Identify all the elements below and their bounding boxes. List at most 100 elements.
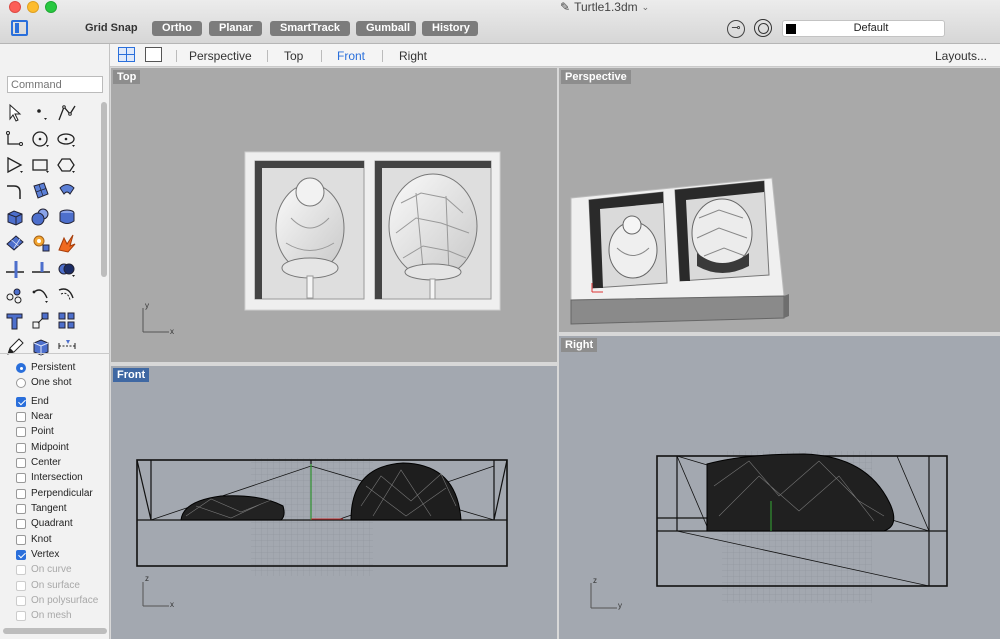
smarttrack-button[interactable]: SmartTrack [270, 21, 350, 36]
checkbox[interactable] [16, 472, 26, 483]
point-icon[interactable] [30, 102, 52, 124]
layer-name: Default [853, 22, 889, 34]
surface-patch-icon[interactable] [30, 180, 52, 202]
rectangle-icon[interactable] [30, 154, 52, 176]
mesh-plane-icon[interactable] [4, 232, 26, 254]
fillet-curve-icon[interactable] [4, 180, 26, 202]
viewport-top[interactable]: Top y x [111, 68, 557, 362]
ortho-button[interactable]: Ortho [152, 21, 202, 36]
split-icon[interactable] [30, 258, 52, 280]
document-title[interactable]: ✎ Turtle1.3dm ⌄ [560, 0, 700, 14]
zoom-window-button[interactable] [45, 1, 57, 13]
top-view-scene [142, 151, 501, 333]
command-input[interactable] [7, 76, 103, 93]
render-box-icon[interactable] [30, 336, 52, 358]
checkbox[interactable] [16, 518, 26, 529]
osnap-target-icon[interactable] [754, 19, 772, 37]
osnap-midpoint[interactable]: Midpoint [16, 440, 69, 455]
pencil-sketch-icon[interactable] [4, 336, 26, 358]
tool-palette-scrollbar[interactable] [101, 102, 107, 277]
osnap-intersection[interactable]: Intersection [16, 470, 83, 485]
osnap-vertex[interactable]: Vertex [16, 547, 59, 562]
trim-icon[interactable] [4, 258, 26, 280]
box-solid-icon[interactable] [4, 206, 26, 228]
left-panel-scrollbar[interactable] [3, 628, 107, 634]
close-window-button[interactable] [9, 1, 21, 13]
select-arrow-icon[interactable] [4, 102, 26, 124]
gear-transform-icon[interactable] [30, 232, 52, 254]
osnap-perpendicular[interactable]: Perpendicular [16, 486, 93, 501]
boolean-icon[interactable] [56, 258, 78, 280]
osnap-mode-one-shot[interactable]: One shot [16, 375, 72, 390]
checkbox[interactable] [16, 488, 26, 499]
cylinder-solid-icon[interactable] [56, 206, 78, 228]
osnap-near[interactable]: Near [16, 409, 53, 424]
radio-button[interactable] [16, 377, 26, 388]
checkbox[interactable] [16, 534, 26, 545]
ellipse-icon[interactable] [56, 128, 78, 150]
tab-perspective[interactable]: Perspective [189, 49, 252, 63]
gumball-button[interactable]: Gumball [356, 21, 416, 36]
axis-label-y: y [145, 301, 149, 310]
osnap-point[interactable]: Point [16, 424, 54, 439]
checkbox[interactable] [16, 442, 26, 453]
viewport-label-right[interactable]: Right [561, 338, 598, 352]
polyline-icon[interactable] [56, 102, 78, 124]
front-view-scene [136, 458, 508, 607]
osnap-mode-persistent[interactable]: Persistent [16, 360, 75, 375]
osnap-end[interactable]: End [16, 394, 49, 409]
osnap-on-mesh: On mesh [16, 608, 72, 623]
viewport-label-perspective[interactable]: Perspective [561, 70, 631, 84]
osnap-mode-label: Persistent [31, 362, 76, 373]
viewport-label-top[interactable]: Top [113, 70, 141, 84]
scale-icon[interactable] [30, 310, 52, 332]
radio-button[interactable] [16, 362, 26, 373]
grid-snap-toggle[interactable]: Grid Snap [85, 22, 138, 34]
viewport-label-front[interactable]: Front [113, 368, 150, 382]
checkbox[interactable] [16, 457, 26, 468]
tab-right[interactable]: Right [399, 49, 427, 63]
explode-icon[interactable] [56, 232, 78, 254]
viewport-right[interactable]: Right z y [559, 336, 1000, 639]
osnap-label: Perpendicular [31, 488, 93, 499]
curve-icon[interactable] [4, 128, 26, 150]
checkbox[interactable] [16, 396, 26, 407]
tab-top[interactable]: Top [284, 49, 303, 63]
polygon-icon[interactable] [4, 154, 26, 176]
minimize-window-button[interactable] [27, 1, 39, 13]
history-button[interactable]: History [422, 21, 478, 36]
arc-icon[interactable] [30, 284, 52, 306]
tab-front[interactable]: Front [337, 49, 365, 63]
osnap-on-curve: On curve [16, 562, 72, 577]
osnap-tangent[interactable]: Tangent [16, 501, 67, 516]
checkbox[interactable] [16, 549, 26, 560]
four-viewport-layout-icon[interactable] [118, 47, 135, 62]
circle-icon[interactable] [30, 128, 52, 150]
planar-button[interactable]: Planar [209, 21, 262, 36]
single-viewport-layout-icon[interactable] [145, 47, 162, 62]
hexagon-icon[interactable] [56, 154, 78, 176]
right-view-scene [590, 451, 948, 609]
checkbox[interactable] [16, 426, 26, 437]
revolve-surface-icon[interactable] [56, 180, 78, 202]
offset-curve-icon[interactable] [56, 284, 78, 306]
viewport-perspective[interactable]: Perspective [559, 68, 1000, 332]
osnap-label: Quadrant [31, 518, 73, 529]
viewport-front[interactable]: Front z x [111, 366, 557, 639]
sidebar-toggle-button[interactable] [11, 20, 28, 36]
sphere-solid-icon[interactable] [30, 206, 52, 228]
osnap-center[interactable]: Center [16, 455, 61, 470]
osnap-quadrant[interactable]: Quadrant [16, 516, 73, 531]
control-points-icon[interactable] [4, 284, 26, 306]
checkbox[interactable] [16, 503, 26, 514]
osnap-label: On surface [31, 580, 80, 591]
cplane-icon[interactable]: ⊸ [727, 20, 745, 38]
checkbox[interactable] [16, 411, 26, 422]
layouts-menu[interactable]: Layouts... [935, 49, 987, 63]
osnap-label: Vertex [31, 549, 60, 560]
layer-selector[interactable]: Default [782, 20, 945, 37]
array-icon[interactable] [56, 310, 78, 332]
text-tool-icon[interactable] [4, 310, 26, 332]
dimension-icon[interactable] [56, 336, 78, 358]
osnap-knot[interactable]: Knot [16, 532, 52, 547]
